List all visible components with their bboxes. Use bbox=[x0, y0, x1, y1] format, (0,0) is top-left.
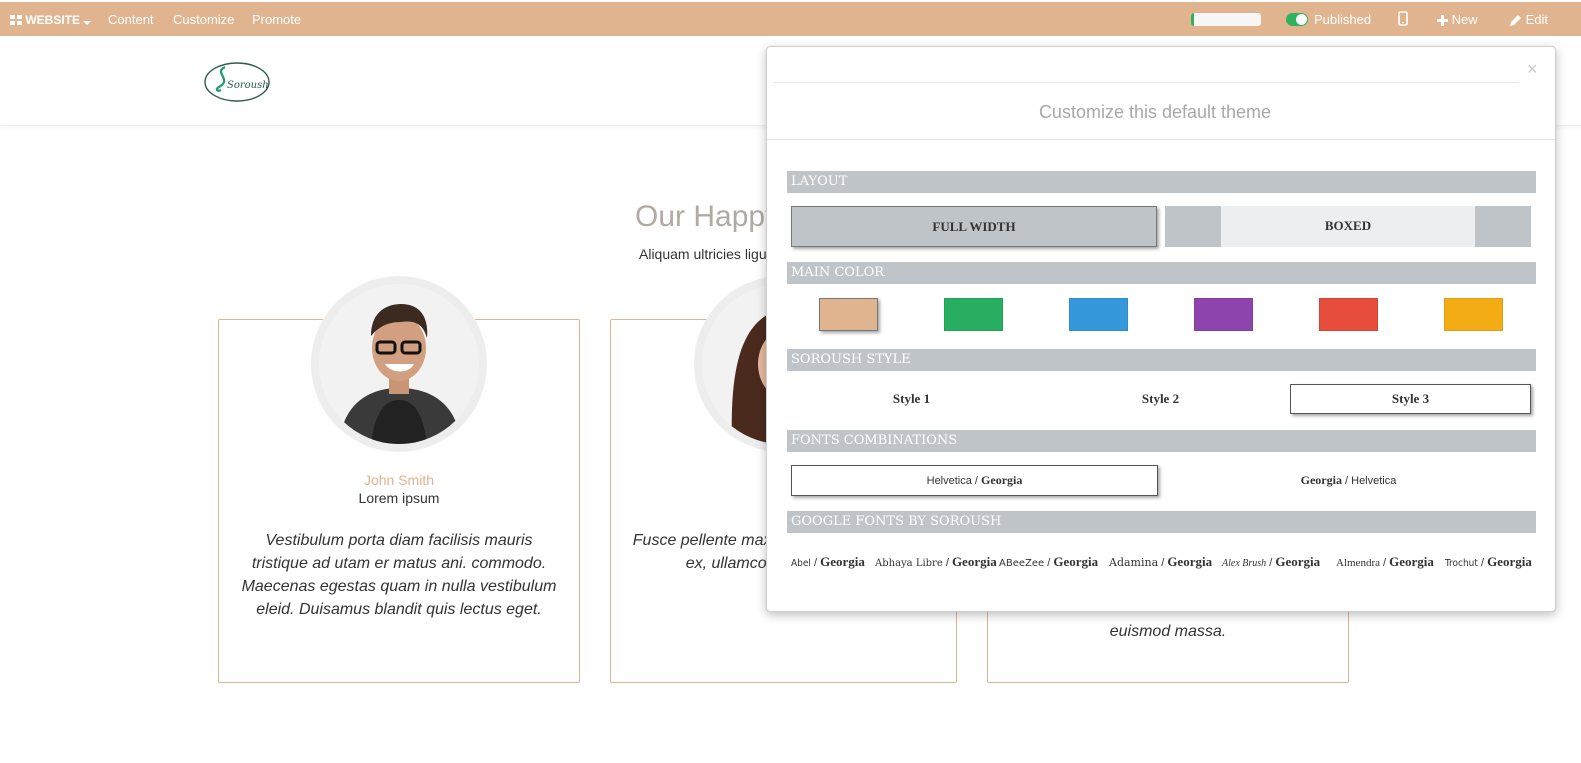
published-toggle[interactable]: Published bbox=[1286, 11, 1371, 29]
style-1-button[interactable]: Style 1 bbox=[791, 384, 1032, 414]
testimonial-role: Lorem ipsum bbox=[358, 490, 440, 506]
font-combo-georgia-helvetica[interactable]: Georgia / Helvetica bbox=[1165, 465, 1532, 496]
logo-image: Soroush bbox=[204, 62, 270, 102]
google-font-name: Adamina bbox=[1109, 556, 1159, 569]
pencil-icon bbox=[1510, 15, 1521, 26]
font-combo-second: Georgia bbox=[981, 473, 1023, 487]
promote-menu[interactable]: Promote bbox=[252, 11, 301, 29]
layout-heading: LAYOUT bbox=[787, 171, 1536, 193]
google-font-name: ABeeZee bbox=[999, 558, 1045, 569]
google-font-separator: / bbox=[810, 557, 821, 569]
google-font-pair: Georgia bbox=[1487, 554, 1532, 569]
google-font-name: Abel bbox=[791, 558, 811, 569]
modal-top-divider bbox=[773, 82, 1519, 83]
fonts-combinations-heading: FONTS COMBINATIONS bbox=[787, 430, 1536, 452]
caret-down-icon bbox=[83, 21, 92, 25]
google-font-pair: Georgia bbox=[1275, 554, 1321, 569]
new-button[interactable]: New bbox=[1437, 11, 1478, 29]
modal-header-divider bbox=[767, 139, 1555, 140]
google-font-pair: Georgia bbox=[951, 554, 997, 569]
logo-text: Soroush bbox=[227, 80, 269, 91]
layout-full-width-label: FULL WIDTH bbox=[932, 219, 1016, 234]
font-combo-helvetica-georgia[interactable]: Helvetica / Georgia bbox=[791, 465, 1158, 496]
plus-icon bbox=[1437, 15, 1448, 26]
customize-theme-modal: × Customize this default theme LAYOUT FU… bbox=[766, 46, 1556, 612]
main-color-heading: MAIN COLOR bbox=[787, 262, 1536, 284]
testimonial-name: John Smith bbox=[363, 472, 435, 488]
google-font-adamina[interactable]: Adamina / Georgia bbox=[1109, 554, 1212, 570]
content-menu[interactable]: Content bbox=[108, 11, 154, 29]
color-swatch-green[interactable] bbox=[944, 298, 1003, 331]
website-menu[interactable]: WEBSITE bbox=[10, 11, 92, 29]
style-3-button[interactable]: Style 3 bbox=[1290, 384, 1531, 414]
progress-fill bbox=[1191, 13, 1194, 26]
toggle-switch-icon bbox=[1286, 13, 1308, 26]
mobile-phone-icon bbox=[1398, 11, 1408, 26]
color-swatch-red[interactable] bbox=[1319, 298, 1378, 331]
google-font-pair: Georgia bbox=[820, 554, 865, 569]
google-font-pair: Georgia bbox=[1167, 554, 1213, 569]
font-combo-first: Helvetica bbox=[926, 475, 972, 487]
style-2-button[interactable]: Style 2 bbox=[1040, 384, 1281, 414]
new-label: New bbox=[1451, 12, 1478, 27]
google-font-name: Trochut bbox=[1445, 558, 1478, 569]
soroush-logo[interactable]: Soroush bbox=[203, 61, 271, 108]
customize-menu[interactable]: Customize bbox=[173, 11, 234, 29]
close-icon[interactable]: × bbox=[1527, 59, 1538, 80]
layout-boxed-button[interactable]: BOXED bbox=[1165, 206, 1531, 247]
google-font-abhaya-libre[interactable]: Abhaya Libre / Georgia bbox=[875, 554, 997, 570]
section-title: Our Happy bbox=[635, 200, 781, 233]
edit-button[interactable]: Edit bbox=[1510, 11, 1548, 29]
google-font-name: Almendra bbox=[1336, 557, 1380, 569]
editor-topbar: WEBSITE Content Customize Promote Publis… bbox=[0, 0, 1581, 36]
mobile-preview-button[interactable] bbox=[1398, 11, 1408, 29]
layout-full-width-button[interactable]: FULL WIDTH bbox=[791, 206, 1157, 247]
testimonial-quote: Vestibulum porta diam facilisis mauris t… bbox=[241, 532, 557, 618]
color-swatch-blue[interactable] bbox=[1069, 298, 1128, 331]
google-font-name: Abhaya Libre bbox=[875, 558, 943, 569]
font-combo-second: Helvetica bbox=[1351, 475, 1397, 487]
google-font-separator: / bbox=[1477, 557, 1488, 569]
color-swatch-beige[interactable] bbox=[819, 298, 878, 331]
google-font-name: Alex Brush bbox=[1222, 558, 1267, 569]
google-fonts-heading: GOOGLE FONTS BY SOROUSH bbox=[787, 511, 1536, 533]
apps-grid-icon bbox=[10, 15, 22, 25]
google-font-separator: / bbox=[1044, 557, 1054, 569]
avatar-john bbox=[311, 276, 487, 452]
google-font-pair: Georgia bbox=[1389, 554, 1434, 569]
google-font-abeezee[interactable]: ABeeZee / Georgia bbox=[999, 554, 1098, 570]
font-combo-separator: / bbox=[1341, 475, 1352, 487]
google-font-trochut[interactable]: Trochut / Georgia bbox=[1445, 554, 1532, 570]
font-combo-first: Georgia bbox=[1300, 473, 1342, 487]
published-label: Published bbox=[1314, 12, 1372, 27]
edit-label: Edit bbox=[1525, 12, 1549, 27]
soroush-style-heading: SOROUSH STYLE bbox=[787, 349, 1536, 371]
progress-bar bbox=[1191, 13, 1261, 26]
google-font-pair: Georgia bbox=[1053, 554, 1099, 569]
person-photo-icon bbox=[319, 284, 479, 444]
google-font-separator: / bbox=[1266, 557, 1276, 569]
color-swatch-purple[interactable] bbox=[1194, 298, 1253, 331]
website-menu-label: WEBSITE bbox=[25, 13, 81, 27]
layout-boxed-label: BOXED bbox=[1324, 218, 1372, 233]
google-font-abel[interactable]: Abel / Georgia bbox=[791, 554, 865, 570]
testimonial-quote: euismod massa. bbox=[1109, 623, 1227, 640]
google-font-separator: / bbox=[1158, 557, 1168, 569]
section-subtitle: Aliquam ultricies ligu bbox=[639, 246, 767, 262]
color-swatch-orange[interactable] bbox=[1444, 298, 1503, 331]
google-font-almendra[interactable]: Almendra / Georgia bbox=[1336, 554, 1434, 570]
font-combo-separator: / bbox=[971, 475, 982, 487]
google-font-separator: / bbox=[942, 557, 952, 569]
google-font-alex-brush[interactable]: Alex Brush / Georgia bbox=[1222, 554, 1320, 570]
modal-title: Customize this default theme bbox=[1038, 102, 1272, 122]
google-font-separator: / bbox=[1379, 557, 1390, 569]
